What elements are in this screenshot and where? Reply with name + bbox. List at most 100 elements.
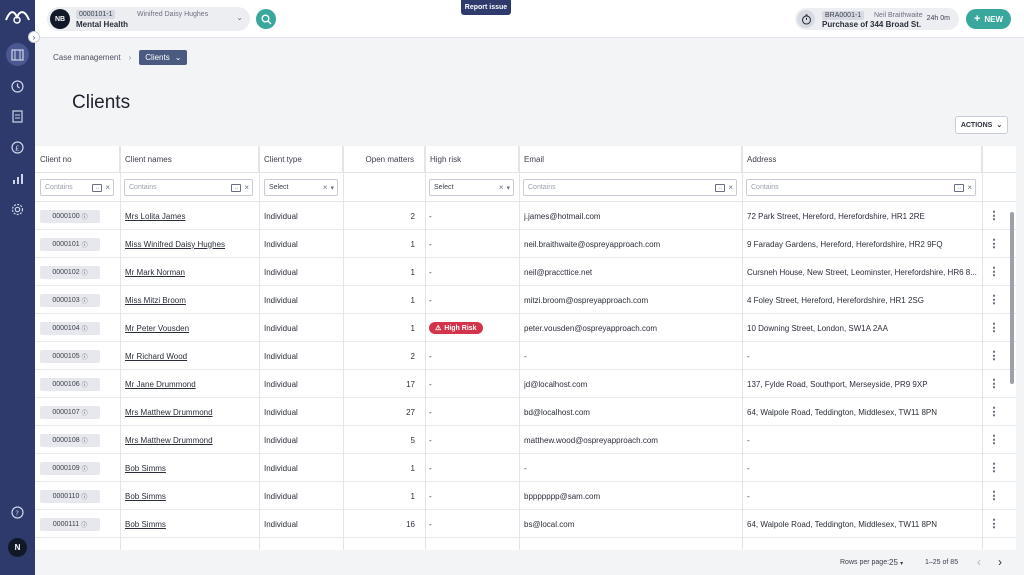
high-risk-filter[interactable]: Select × ▾ <box>429 179 514 196</box>
row-menu-icon[interactable]: ⋮ <box>989 407 1000 418</box>
filter-operator-icon[interactable]: ↔ <box>92 183 103 192</box>
client-no-chip[interactable]: 0000106 ⓘ <box>40 377 100 391</box>
row-menu-icon[interactable]: ⋮ <box>989 295 1000 306</box>
column-header-high-risk[interactable]: High risk <box>425 146 519 172</box>
client-name-link[interactable]: Miss Mitzi Broom <box>125 296 186 305</box>
table-row[interactable]: 0000102 ⓘ Mr Mark Norman Individual 1 - neil@p… <box>35 258 1016 286</box>
row-menu-icon[interactable]: ⋮ <box>989 519 1000 530</box>
clear-icon[interactable]: × <box>244 183 249 192</box>
table-row[interactable]: 0000107 ⓘ Mrs Matthew Drummond Individual 27… <box>35 398 1016 426</box>
sidebar-item-accounts[interactable]: £ <box>6 136 29 159</box>
sidebar-item-matters[interactable] <box>6 43 29 66</box>
row-menu-icon[interactable]: ⋮ <box>989 351 1000 362</box>
client-name-link[interactable]: Mr Jane Drummond <box>125 380 196 389</box>
client-name-link[interactable]: Mrs Lolita James <box>125 212 185 221</box>
clear-icon[interactable]: × <box>499 183 504 192</box>
row-menu-icon[interactable]: ⋮ <box>989 323 1000 334</box>
topbar: NB 0000101-1 Winifred Daisy Hughes Menta… <box>35 0 1024 38</box>
timer-chip[interactable]: BRA0001-1 Neil Braithwaite Purchase of 3… <box>795 8 959 30</box>
caret-down-icon[interactable]: ▾ <box>330 184 334 192</box>
search-button[interactable] <box>256 9 276 29</box>
matter-selector[interactable]: NB 0000101-1 Winifred Daisy Hughes Menta… <box>47 7 250 31</box>
client-name-link[interactable]: Mr Peter Vousden <box>125 324 189 333</box>
filter-operator-icon[interactable]: ↔ <box>715 183 726 192</box>
client-no-chip[interactable]: 0000103 ⓘ <box>40 293 100 307</box>
row-menu-icon[interactable]: ⋮ <box>989 463 1000 474</box>
column-header-email[interactable]: Email <box>519 146 742 172</box>
new-button[interactable]: + NEW <box>966 9 1011 29</box>
previous-page-button[interactable]: ‹ <box>977 555 981 569</box>
row-menu-icon[interactable]: ⋮ <box>989 435 1000 446</box>
filter-operator-icon[interactable]: ↔ <box>954 183 965 192</box>
table-scrollbar[interactable] <box>1010 212 1014 384</box>
rows-per-page-select[interactable]: 25 ▾ <box>889 558 903 567</box>
sidebar-item-tasks[interactable] <box>6 105 29 128</box>
email-filter[interactable]: Contains ↔ × <box>523 179 737 196</box>
client-name-link[interactable]: Bob Simms <box>125 464 166 473</box>
table-row[interactable]: 0000104 ⓘ Mr Peter Vousden Individual 1 ⚠ High… <box>35 314 1016 342</box>
client-name-link[interactable]: Mr Mark Norman <box>125 268 185 277</box>
client-no-chip[interactable]: 0000105 ⓘ <box>40 349 100 363</box>
row-menu-icon[interactable]: ⋮ <box>989 491 1000 502</box>
sidebar-item-settings[interactable] <box>6 198 29 221</box>
table-row[interactable]: 0000109 ⓘ Bob Simms Individual 1 - - - ⋮ <box>35 454 1016 482</box>
table-row[interactable]: 0000110 ⓘ Bob Simms Individual 1 - bppppppp@sa… <box>35 482 1016 510</box>
client-no-chip[interactable]: 0000108 ⓘ <box>40 433 100 447</box>
client-no-chip[interactable]: 0000111 ⓘ <box>40 517 100 531</box>
address-value: 64, Walpole Road, Teddington, Middlesex,… <box>747 519 938 529</box>
client-no-chip[interactable]: 0000101 ⓘ <box>40 237 100 251</box>
actions-button[interactable]: ACTIONS ⌄ <box>955 116 1008 134</box>
breadcrumb-current[interactable]: Clients ⌄ <box>139 49 188 65</box>
table-row[interactable]: 0000100 ⓘ Mrs Lolita James Individual 2 - j.ja… <box>35 202 1016 230</box>
client-no-filter[interactable]: Contains ↔ × <box>40 179 114 196</box>
column-header-open-matters[interactable]: Open matters <box>343 146 425 172</box>
client-name-link[interactable]: Bob Simms <box>125 492 166 501</box>
client-no-chip[interactable]: 0000100 ⓘ <box>40 209 100 223</box>
table-row[interactable]: 0000111 ⓘ Bob Simms Individual 16 - bs@local.c… <box>35 510 1016 538</box>
reports-icon <box>13 174 23 184</box>
client-no-chip[interactable]: 0000107 ⓘ <box>40 405 100 419</box>
client-name-link[interactable]: Mr Richard Wood <box>125 352 187 361</box>
address-filter[interactable]: Contains ↔ × <box>746 179 976 196</box>
client-name-link[interactable]: Mrs Matthew Drummond <box>125 436 213 445</box>
breadcrumb-parent[interactable]: Case management <box>53 53 121 62</box>
address-filter-placeholder: Contains <box>751 184 779 191</box>
table-row[interactable]: 0000108 ⓘ Mrs Matthew Drummond Individual 5 -… <box>35 426 1016 454</box>
table-row[interactable]: 0000103 ⓘ Miss Mitzi Broom Individual 1 - mitz… <box>35 286 1016 314</box>
collapse-sidebar-button[interactable]: › <box>28 31 40 43</box>
client-name-link[interactable]: Miss Winifred Daisy Hughes <box>125 240 225 249</box>
client-name-link[interactable]: Bob Simms <box>125 520 166 529</box>
client-names-filter[interactable]: Contains ↔ × <box>124 179 253 196</box>
help-button[interactable]: ? <box>6 501 29 524</box>
next-page-button[interactable]: › <box>998 555 1002 569</box>
client-name-link[interactable]: Mrs Matthew Drummond <box>125 408 213 417</box>
column-header-address[interactable]: Address <box>742 146 982 172</box>
client-no-chip[interactable]: 0000104 ⓘ <box>40 321 100 335</box>
client-no-chip[interactable]: 0000110 ⓘ <box>40 489 100 503</box>
filter-operator-icon[interactable]: ↔ <box>231 183 242 192</box>
help-icon: ? <box>11 506 24 519</box>
sidebar-item-reports[interactable] <box>6 167 29 190</box>
report-issue-button[interactable]: Report issue <box>461 0 511 15</box>
sidebar-item-time[interactable] <box>6 75 29 98</box>
column-header-client-names[interactable]: Client names <box>120 146 259 172</box>
clear-icon[interactable]: × <box>105 183 110 192</box>
row-menu-icon[interactable]: ⋮ <box>989 211 1000 222</box>
stopwatch-icon[interactable] <box>797 10 815 28</box>
table-row[interactable]: 0000105 ⓘ Mr Richard Wood Individual 2 - - - ⋮ <box>35 342 1016 370</box>
client-no-chip[interactable]: 0000102 ⓘ <box>40 265 100 279</box>
column-header-client-no[interactable]: Client no <box>35 146 120 172</box>
column-header-client-type[interactable]: Client type <box>259 146 343 172</box>
row-menu-icon[interactable]: ⋮ <box>989 239 1000 250</box>
client-no-chip[interactable]: 0000109 ⓘ <box>40 461 100 475</box>
clear-icon[interactable]: × <box>323 183 328 192</box>
table-row[interactable]: 0000106 ⓘ Mr Jane Drummond Individual 17 - jd@… <box>35 370 1016 398</box>
row-menu-icon[interactable]: ⋮ <box>989 379 1000 390</box>
caret-down-icon[interactable]: ▾ <box>506 184 510 192</box>
table-row[interactable]: 0000101 ⓘ Miss Winifred Daisy Hughes Indivi… <box>35 230 1016 258</box>
user-avatar[interactable]: N <box>8 538 27 557</box>
row-menu-icon[interactable]: ⋮ <box>989 267 1000 278</box>
clear-icon[interactable]: × <box>967 183 972 192</box>
client-type-filter[interactable]: Select × ▾ <box>264 179 338 196</box>
clear-icon[interactable]: × <box>728 183 733 192</box>
